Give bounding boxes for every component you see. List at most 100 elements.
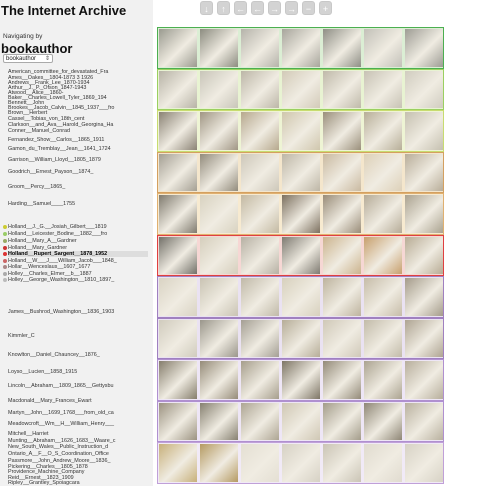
up-arrow-button[interactable]: ↑	[217, 1, 230, 15]
author-list-item[interactable]: New_South_Wales__Public_Instruction_d	[8, 444, 148, 450]
left-arrow-button[interactable]: ←	[234, 1, 247, 15]
image-thumbnail[interactable]	[364, 112, 402, 150]
image-thumbnail[interactable]	[323, 444, 361, 482]
image-thumbnail[interactable]	[282, 70, 320, 108]
image-thumbnail[interactable]	[282, 361, 320, 399]
zoom-out-button[interactable]: −	[302, 1, 315, 15]
image-thumbnail[interactable]	[323, 195, 361, 233]
author-list-item[interactable]: Lincoln__Abraham__1809_1865__Gettysbu	[8, 383, 148, 389]
image-thumbnail[interactable]	[200, 195, 238, 233]
image-thumbnail[interactable]	[323, 29, 361, 67]
image-thumbnail[interactable]	[241, 153, 279, 191]
image-thumbnail[interactable]	[159, 278, 197, 316]
image-thumbnail[interactable]	[405, 444, 443, 482]
image-thumbnail[interactable]	[323, 153, 361, 191]
author-list-item[interactable]: Conner__Manuel_Conrad	[8, 128, 148, 134]
image-thumbnail[interactable]	[241, 236, 279, 274]
author-list-item[interactable]: Hollar__Wenceslaus__1607_1677	[8, 264, 148, 270]
author-list-item[interactable]: Goodrich__Ernest_Payson__1874_	[8, 169, 148, 175]
author-list-item[interactable]: Groom__Percy__1865_	[8, 184, 148, 190]
author-list-item[interactable]: Meadowcroft__Wm__H__William_Henry___	[8, 421, 148, 427]
image-thumbnail[interactable]	[241, 70, 279, 108]
image-thumbnail[interactable]	[282, 153, 320, 191]
image-thumbnail[interactable]	[241, 195, 279, 233]
image-thumbnail[interactable]	[282, 29, 320, 67]
image-thumbnail[interactable]	[323, 278, 361, 316]
author-list-item[interactable]: Garrison__William_Lloyd__1805_1879	[8, 157, 148, 163]
author-list-item[interactable]: Kimmler_C	[8, 333, 148, 339]
image-thumbnail[interactable]	[405, 153, 443, 191]
image-thumbnail[interactable]	[405, 70, 443, 108]
image-thumbnail[interactable]	[364, 29, 402, 67]
image-thumbnail[interactable]	[200, 236, 238, 274]
image-thumbnail[interactable]	[405, 361, 443, 399]
image-thumbnail[interactable]	[159, 236, 197, 274]
image-thumbnail[interactable]	[241, 402, 279, 440]
image-thumbnail[interactable]	[364, 444, 402, 482]
image-thumbnail[interactable]	[241, 444, 279, 482]
image-thumbnail[interactable]	[282, 236, 320, 274]
image-thumbnail[interactable]	[364, 70, 402, 108]
image-thumbnail[interactable]	[200, 112, 238, 150]
image-thumbnail[interactable]	[282, 444, 320, 482]
image-thumbnail[interactable]	[364, 195, 402, 233]
image-thumbnail[interactable]	[323, 112, 361, 150]
image-thumbnail[interactable]	[405, 319, 443, 357]
author-list-item[interactable]: Loyso__Lucien__1858_1915	[8, 369, 148, 375]
image-thumbnail[interactable]	[405, 236, 443, 274]
image-thumbnail[interactable]	[364, 236, 402, 274]
author-list-item[interactable]: Harding__Samuel____1755	[8, 201, 148, 207]
image-thumbnail[interactable]	[282, 319, 320, 357]
image-thumbnail[interactable]	[282, 112, 320, 150]
author-list-item[interactable]: Gamon_du_Tremblay__Jean__1641_1724	[8, 146, 148, 152]
image-thumbnail[interactable]	[241, 112, 279, 150]
image-thumbnail[interactable]	[159, 29, 197, 67]
image-thumbnail[interactable]	[282, 402, 320, 440]
image-thumbnail[interactable]	[200, 278, 238, 316]
back-button[interactable]: ←	[251, 1, 264, 15]
image-thumbnail[interactable]	[159, 112, 197, 150]
image-thumbnail[interactable]	[282, 278, 320, 316]
image-thumbnail[interactable]	[364, 361, 402, 399]
down-arrow-button[interactable]: ↓	[200, 1, 213, 15]
image-thumbnail[interactable]	[323, 402, 361, 440]
author-list-item[interactable]: Mitchell__Harriet	[8, 431, 148, 437]
image-thumbnail[interactable]	[405, 278, 443, 316]
author-list-item[interactable]: Holland__J._G.__Josiah_Gilbert___1819	[8, 224, 148, 230]
image-thumbnail[interactable]	[159, 361, 197, 399]
image-thumbnail[interactable]	[200, 70, 238, 108]
image-thumbnail[interactable]	[405, 402, 443, 440]
author-list-item[interactable]: Holley__George_Washington__1810_1897_	[8, 277, 148, 283]
image-thumbnail[interactable]	[323, 236, 361, 274]
image-thumbnail[interactable]	[405, 195, 443, 233]
author-list-item[interactable]: Holland__Leicester_Bodine__1882___fro	[8, 231, 148, 237]
image-thumbnail[interactable]	[200, 29, 238, 67]
image-thumbnail[interactable]	[159, 319, 197, 357]
author-list-item[interactable]: Martyn__John__1699_1768___from_old_ca	[8, 410, 148, 416]
image-thumbnail[interactable]	[200, 444, 238, 482]
image-thumbnail[interactable]	[200, 402, 238, 440]
author-list-item[interactable]: Macdonald__Mary_Frances_Ewart	[8, 398, 148, 404]
image-thumbnail[interactable]	[364, 153, 402, 191]
zoom-in-button[interactable]: +	[319, 1, 332, 15]
image-thumbnail[interactable]	[241, 29, 279, 67]
image-thumbnail[interactable]	[159, 444, 197, 482]
image-thumbnail[interactable]	[282, 195, 320, 233]
author-list-item[interactable]: James__Bushrod_Washington__1836_1903	[8, 309, 148, 315]
author-list-item[interactable]: Holland__Mary_A__Gardner	[8, 238, 148, 244]
image-thumbnail[interactable]	[159, 70, 197, 108]
image-thumbnail[interactable]	[323, 70, 361, 108]
image-thumbnail[interactable]	[323, 361, 361, 399]
image-thumbnail[interactable]	[241, 361, 279, 399]
image-thumbnail[interactable]	[241, 278, 279, 316]
image-thumbnail[interactable]	[241, 319, 279, 357]
image-thumbnail[interactable]	[159, 402, 197, 440]
image-thumbnail[interactable]	[364, 278, 402, 316]
image-thumbnail[interactable]	[405, 112, 443, 150]
author-list-item[interactable]: Knowlton__Daniel_Chauncey__1876_	[8, 352, 148, 358]
image-thumbnail[interactable]	[364, 319, 402, 357]
image-thumbnail[interactable]	[200, 153, 238, 191]
image-thumbnail[interactable]	[405, 29, 443, 67]
image-thumbnail[interactable]	[323, 319, 361, 357]
author-list-item[interactable]: Holland__Rupert_Sargent__1878_1952	[8, 251, 148, 257]
